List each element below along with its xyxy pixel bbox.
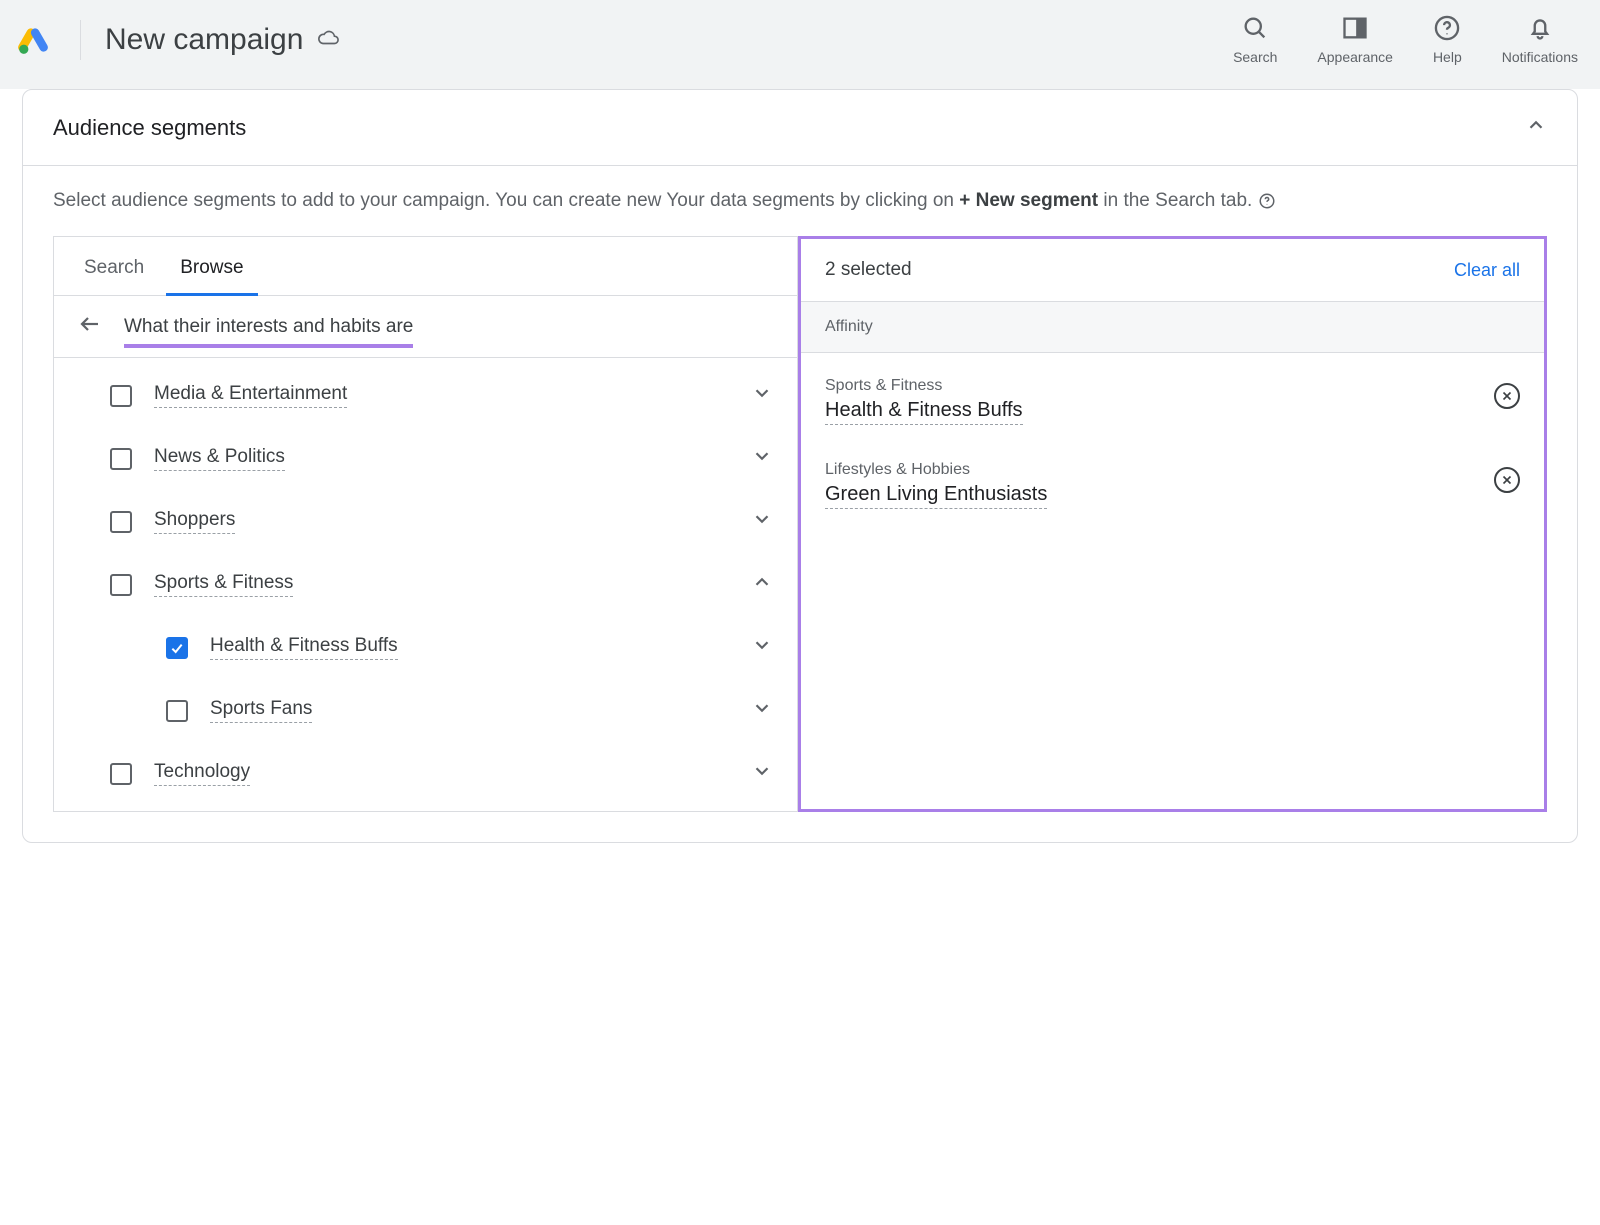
tab-search[interactable]: Search: [84, 257, 144, 295]
panel-desc-a: Select audience segments to add to your …: [53, 190, 959, 211]
selection-count: 2 selected: [825, 259, 912, 281]
remove-button[interactable]: [1494, 467, 1520, 493]
search-tool-label: Search: [1233, 49, 1277, 65]
top-bar: New campaign Search Appearance Help N: [0, 0, 1600, 69]
selected-item: Sports & Fitness Health & Fitness Buffs: [801, 359, 1544, 443]
chevron-down-icon[interactable]: [751, 697, 773, 724]
selected-item-name: Green Living Enthusiasts: [825, 483, 1047, 509]
breadcrumb: What their interests and habits are: [54, 296, 797, 358]
checkbox[interactable]: [166, 700, 188, 722]
google-ads-logo-icon: [16, 23, 50, 57]
audience-segments-panel: Audience segments Select audience segmen…: [22, 89, 1578, 843]
segment-tabs: Search Browse: [54, 237, 797, 296]
chevron-up-icon[interactable]: [751, 571, 773, 598]
browse-item-label: News & Politics: [154, 446, 285, 471]
notifications-tool[interactable]: Notifications: [1502, 14, 1578, 65]
page-title-text: New campaign: [105, 23, 303, 57]
selected-item-group: Lifestyles & Hobbies: [825, 461, 1047, 479]
bell-icon: [1526, 14, 1554, 45]
chevron-down-icon[interactable]: [751, 508, 773, 535]
panel-description: Select audience segments to add to your …: [23, 166, 1577, 226]
notifications-tool-label: Notifications: [1502, 49, 1578, 65]
browse-item-label: Shoppers: [154, 509, 235, 534]
panel-desc-strong: + New segment: [959, 190, 1098, 211]
selected-item: Lifestyles & Hobbies Green Living Enthusi…: [801, 443, 1544, 527]
panel-header[interactable]: Audience segments: [23, 90, 1577, 166]
browse-item-label: Health & Fitness Buffs: [210, 635, 398, 660]
help-circle-icon[interactable]: [1258, 192, 1276, 210]
appearance-icon: [1341, 14, 1369, 45]
help-tool[interactable]: Help: [1433, 14, 1462, 65]
browse-item[interactable]: Health & Fitness Buffs: [54, 616, 797, 679]
checkbox[interactable]: [166, 637, 188, 659]
selection-column: 2 selected Clear all Affinity Sports & F…: [798, 236, 1547, 812]
checkbox[interactable]: [110, 448, 132, 470]
chevron-down-icon[interactable]: [751, 445, 773, 472]
page-title: New campaign: [105, 23, 339, 57]
search-tool[interactable]: Search: [1233, 14, 1277, 65]
panel-title: Audience segments: [53, 115, 246, 141]
appearance-tool[interactable]: Appearance: [1317, 14, 1393, 65]
checkbox[interactable]: [110, 511, 132, 533]
panel-desc-b: in the Search tab.: [1098, 190, 1258, 211]
clear-all-button[interactable]: Clear all: [1454, 260, 1520, 281]
browse-item-label: Sports Fans: [210, 698, 312, 723]
chevron-up-icon: [1525, 114, 1547, 141]
help-icon: [1433, 14, 1461, 45]
browse-item-label: Sports & Fitness: [154, 572, 293, 597]
help-tool-label: Help: [1433, 49, 1462, 65]
browse-item[interactable]: Sports Fans: [54, 679, 797, 742]
checkbox[interactable]: [110, 574, 132, 596]
browse-item-label: Technology: [154, 761, 250, 786]
checkbox[interactable]: [110, 385, 132, 407]
browse-column: Search Browse What their interests and h…: [54, 237, 798, 811]
selection-header: 2 selected Clear all: [801, 239, 1544, 302]
cloud-icon: [317, 23, 339, 57]
browse-item[interactable]: News & Politics: [54, 427, 797, 490]
selected-item-group: Sports & Fitness: [825, 377, 1023, 395]
chevron-down-icon[interactable]: [751, 760, 773, 787]
checkbox[interactable]: [110, 763, 132, 785]
browse-item[interactable]: Shoppers: [54, 490, 797, 553]
selection-category: Affinity: [801, 302, 1544, 353]
browse-item[interactable]: Technology: [54, 742, 797, 805]
chevron-down-icon[interactable]: [751, 634, 773, 661]
tab-browse[interactable]: Browse: [180, 257, 243, 295]
browse-item[interactable]: Media & Entertainment: [54, 364, 797, 427]
segments-box: Search Browse What their interests and h…: [53, 236, 1547, 812]
remove-button[interactable]: [1494, 383, 1520, 409]
search-icon: [1241, 14, 1269, 45]
appearance-tool-label: Appearance: [1317, 49, 1393, 65]
chevron-down-icon[interactable]: [751, 382, 773, 409]
browse-list: Media & Entertainment News & Politics Shop…: [54, 358, 797, 811]
browse-item-label: Media & Entertainment: [154, 383, 347, 408]
selected-item-name: Health & Fitness Buffs: [825, 399, 1023, 425]
browse-item[interactable]: Sports & Fitness: [54, 553, 797, 616]
back-arrow-icon[interactable]: [78, 312, 102, 341]
vertical-divider: [80, 20, 81, 60]
selected-list: Sports & Fitness Health & Fitness Buffs Li…: [801, 353, 1544, 533]
breadcrumb-text: What their interests and habits are: [124, 316, 413, 338]
